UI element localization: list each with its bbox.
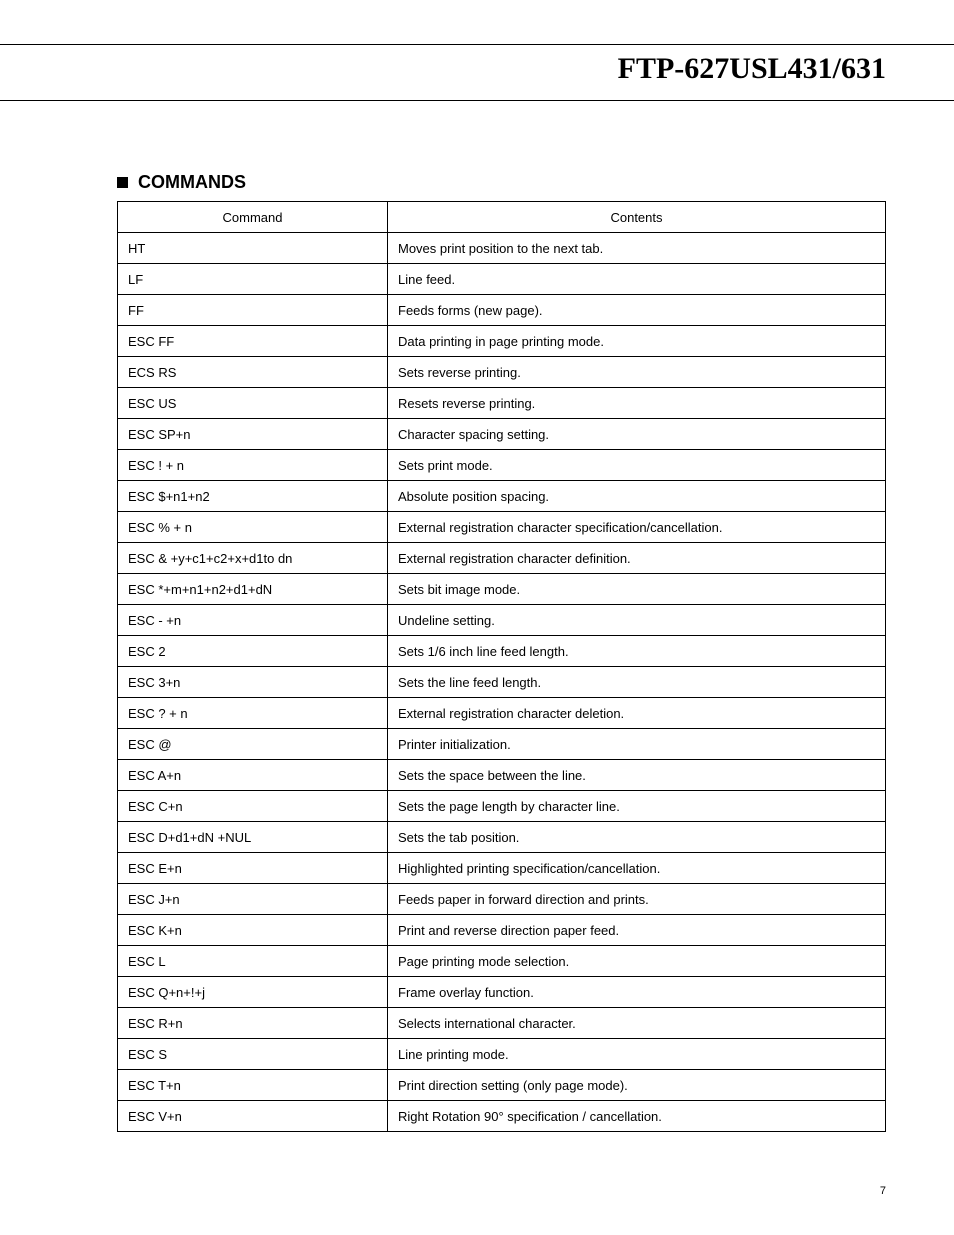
table-row: ESC - +nUndeline setting. xyxy=(118,605,886,636)
table-cell-contents: Data printing in page printing mode. xyxy=(388,326,886,357)
header-rule-top xyxy=(0,44,954,45)
table-cell-command: ESC ! + n xyxy=(118,450,388,481)
table-cell-command: ESC T+n xyxy=(118,1070,388,1101)
page-number: 7 xyxy=(880,1185,886,1197)
table-cell-contents: Sets reverse printing. xyxy=(388,357,886,388)
table-cell-contents: Sets the space between the line. xyxy=(388,760,886,791)
table-cell-command: ESC V+n xyxy=(118,1101,388,1132)
table-cell-contents: Sets 1/6 inch line feed length. xyxy=(388,636,886,667)
table-header-command: Command xyxy=(118,202,388,233)
table-row: HTMoves print position to the next tab. xyxy=(118,233,886,264)
table-row: ESC 2Sets 1/6 inch line feed length. xyxy=(118,636,886,667)
table-row: ESC Q+n+!+jFrame overlay function. xyxy=(118,977,886,1008)
header-rule-bottom xyxy=(0,100,954,101)
table-header-row: Command Contents xyxy=(118,202,886,233)
table-cell-contents: Feeds forms (new page). xyxy=(388,295,886,326)
table-cell-command: ESC K+n xyxy=(118,915,388,946)
table-cell-command: ESC Q+n+!+j xyxy=(118,977,388,1008)
table-cell-command: ECS RS xyxy=(118,357,388,388)
table-row: ESC LPage printing mode selection. xyxy=(118,946,886,977)
table-cell-contents: External registration character definiti… xyxy=(388,543,886,574)
table-cell-command: ESC @ xyxy=(118,729,388,760)
table-cell-contents: Resets reverse printing. xyxy=(388,388,886,419)
table-row: ESC D+d1+dN +NULSets the tab position. xyxy=(118,822,886,853)
table-cell-command: FF xyxy=(118,295,388,326)
table-cell-command: ESC - +n xyxy=(118,605,388,636)
table-cell-contents: Page printing mode selection. xyxy=(388,946,886,977)
table-cell-contents: Undeline setting. xyxy=(388,605,886,636)
table-row: ESC 3+nSets the line feed length. xyxy=(118,667,886,698)
square-bullet-icon xyxy=(117,177,128,188)
table-cell-command: ESC E+n xyxy=(118,853,388,884)
table-cell-contents: External registration character deletion… xyxy=(388,698,886,729)
table-row: ESC & +y+c1+c2+x+d1to dnExternal registr… xyxy=(118,543,886,574)
table-cell-command: HT xyxy=(118,233,388,264)
table-cell-command: ESC *+m+n1+n2+d1+dN xyxy=(118,574,388,605)
table-row: ESC USResets reverse printing. xyxy=(118,388,886,419)
table-row: ESC T+nPrint direction setting (only pag… xyxy=(118,1070,886,1101)
table-cell-contents: Moves print position to the next tab. xyxy=(388,233,886,264)
table-cell-command: LF xyxy=(118,264,388,295)
table-row: FFFeeds forms (new page). xyxy=(118,295,886,326)
table-cell-contents: Sets the tab position. xyxy=(388,822,886,853)
table-cell-contents: Feeds paper in forward direction and pri… xyxy=(388,884,886,915)
table-row: ESC % + nExternal registration character… xyxy=(118,512,886,543)
table-cell-command: ESC 2 xyxy=(118,636,388,667)
table-cell-command: ESC SP+n xyxy=(118,419,388,450)
table-cell-contents: Frame overlay function. xyxy=(388,977,886,1008)
table-row: ESC *+m+n1+n2+d1+dNSets bit image mode. xyxy=(118,574,886,605)
table-cell-command: ESC US xyxy=(118,388,388,419)
table-cell-command: ESC C+n xyxy=(118,791,388,822)
table-cell-command: ESC A+n xyxy=(118,760,388,791)
table-row: ESC V+nRight Rotation 90° specification … xyxy=(118,1101,886,1132)
table-cell-contents: Sets the line feed length. xyxy=(388,667,886,698)
table-cell-contents: Highlighted printing specification/cance… xyxy=(388,853,886,884)
table-row: ESC FFData printing in page printing mod… xyxy=(118,326,886,357)
table-header-contents: Contents xyxy=(388,202,886,233)
table-row: ESC J+nFeeds paper in forward direction … xyxy=(118,884,886,915)
table-cell-contents: Character spacing setting. xyxy=(388,419,886,450)
table-cell-command: ESC S xyxy=(118,1039,388,1070)
table-cell-contents: Sets the page length by character line. xyxy=(388,791,886,822)
table-cell-contents: Line printing mode. xyxy=(388,1039,886,1070)
table-cell-command: ESC J+n xyxy=(118,884,388,915)
table-cell-command: ESC D+d1+dN +NUL xyxy=(118,822,388,853)
commands-section: COMMANDS Command Contents HTMoves print … xyxy=(117,172,886,1132)
table-row: ESC R+nSelects international character. xyxy=(118,1008,886,1039)
table-row: ESC ! + nSets print mode. xyxy=(118,450,886,481)
table-row: LFLine feed. xyxy=(118,264,886,295)
table-row: ESC ? + nExternal registration character… xyxy=(118,698,886,729)
table-cell-command: ESC ? + n xyxy=(118,698,388,729)
table-cell-contents: Selects international character. xyxy=(388,1008,886,1039)
table-cell-contents: Sets bit image mode. xyxy=(388,574,886,605)
table-cell-command: ESC $+n1+n2 xyxy=(118,481,388,512)
table-row: ESC @Printer initialization. xyxy=(118,729,886,760)
table-cell-contents: External registration character specific… xyxy=(388,512,886,543)
table-row: ESC SLine printing mode. xyxy=(118,1039,886,1070)
table-cell-contents: Absolute position spacing. xyxy=(388,481,886,512)
table-row: ESC C+nSets the page length by character… xyxy=(118,791,886,822)
table-row: ESC A+nSets the space between the line. xyxy=(118,760,886,791)
table-cell-contents: Line feed. xyxy=(388,264,886,295)
table-cell-contents: Sets print mode. xyxy=(388,450,886,481)
table-row: ESC SP+nCharacter spacing setting. xyxy=(118,419,886,450)
table-cell-command: ESC & +y+c1+c2+x+d1to dn xyxy=(118,543,388,574)
page-title: FTP-627USL431/631 xyxy=(618,52,886,86)
commands-table: Command Contents HTMoves print position … xyxy=(117,201,886,1132)
table-cell-command: ESC % + n xyxy=(118,512,388,543)
table-cell-command: ESC 3+n xyxy=(118,667,388,698)
table-row: ESC K+nPrint and reverse direction paper… xyxy=(118,915,886,946)
section-heading: COMMANDS xyxy=(117,172,886,193)
table-cell-contents: Print and reverse direction paper feed. xyxy=(388,915,886,946)
table-cell-contents: Print direction setting (only page mode)… xyxy=(388,1070,886,1101)
section-heading-text: COMMANDS xyxy=(138,172,246,193)
table-cell-command: ESC FF xyxy=(118,326,388,357)
table-row: ESC $+n1+n2Absolute position spacing. xyxy=(118,481,886,512)
table-cell-command: ESC L xyxy=(118,946,388,977)
table-cell-contents: Printer initialization. xyxy=(388,729,886,760)
table-cell-command: ESC R+n xyxy=(118,1008,388,1039)
table-cell-contents: Right Rotation 90° specification / cance… xyxy=(388,1101,886,1132)
table-row: ECS RSSets reverse printing. xyxy=(118,357,886,388)
table-row: ESC E+nHighlighted printing specificatio… xyxy=(118,853,886,884)
